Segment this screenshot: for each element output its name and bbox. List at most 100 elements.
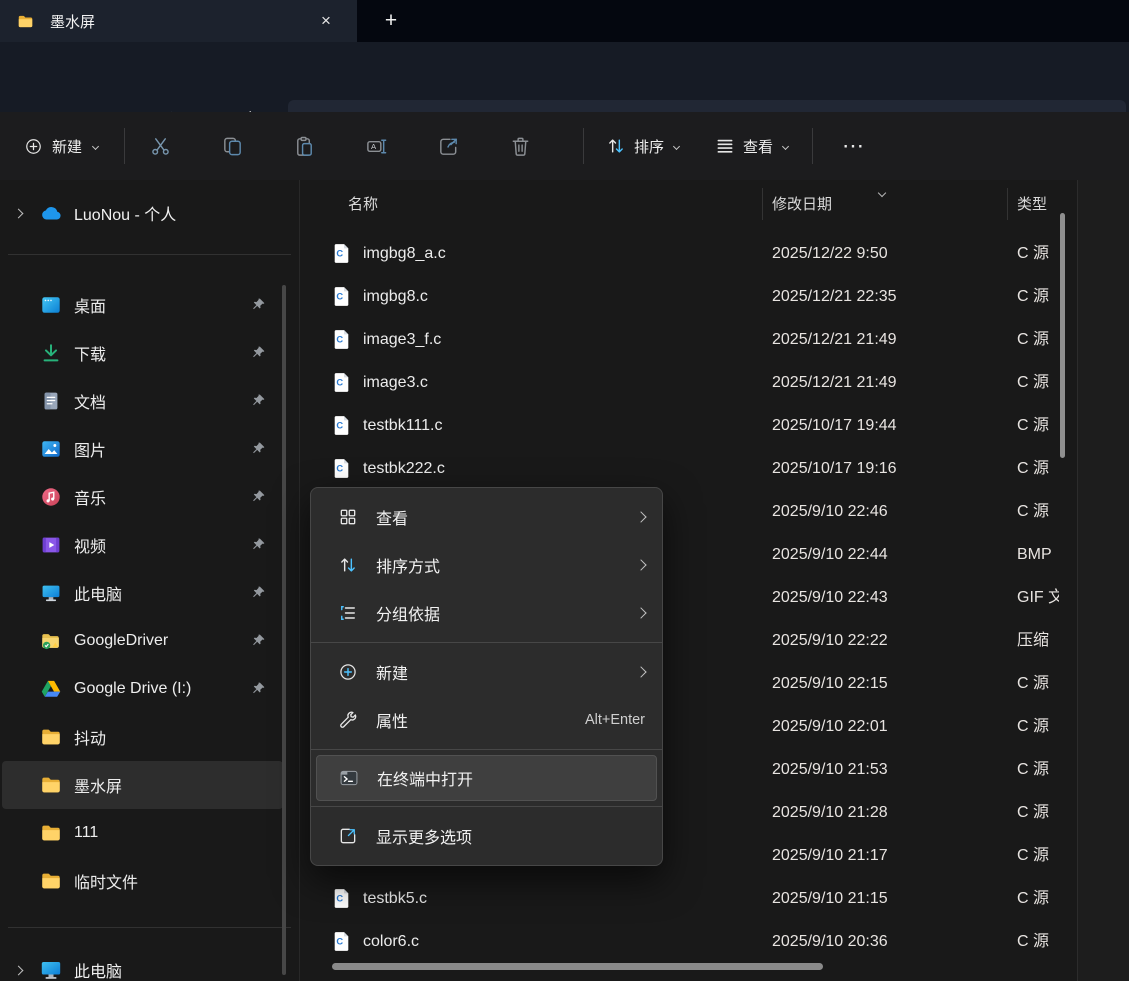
sidebar-item-pictures[interactable]: 图片: [0, 425, 283, 473]
onedrive-label: LuoNou - 个人: [74, 201, 176, 225]
file-row[interactable]: Cimage3.c2025/12/21 21:49C 源: [301, 361, 1077, 404]
file-row[interactable]: Ctestbk5.c2025/9/10 21:15C 源: [301, 877, 1077, 920]
c-file-icon: C: [333, 415, 350, 436]
sidebar-item-label: 111: [74, 824, 98, 842]
this-pc-icon: [39, 958, 63, 981]
navigation-bar: 桌面Projects墨水屏: [0, 42, 1129, 112]
rename-button[interactable]: A: [353, 123, 399, 169]
file-name-cell: Cimage3_f.c: [333, 318, 441, 361]
sidebar-item-label: Google Drive (I:): [74, 680, 191, 698]
file-date: 2025/9/10 21:28: [772, 791, 888, 834]
sort-button[interactable]: 排序: [596, 127, 689, 166]
file-name: testbk5.c: [363, 890, 427, 908]
file-type: C 源: [1017, 705, 1059, 748]
file-type: C 源: [1017, 447, 1059, 490]
sidebar-item-label: 视频: [74, 533, 106, 557]
menu-item-properties[interactable]: 属性Alt+Enter: [311, 696, 662, 744]
pin-icon[interactable]: [251, 297, 266, 312]
cut-button[interactable]: [137, 123, 183, 169]
sidebar-item-google-drive[interactable]: Google Drive (I:): [0, 665, 283, 713]
terminal-icon: [339, 768, 359, 788]
file-type: C 源: [1017, 834, 1059, 877]
sort-indicator-icon: [879, 183, 887, 191]
file-row[interactable]: Ctestbk111.c2025/10/17 19:44C 源: [301, 404, 1077, 447]
close-tab-button[interactable]: ×: [311, 7, 341, 35]
copy-button[interactable]: [209, 123, 255, 169]
menu-item-open-in-terminal[interactable]: 在终端中打开: [316, 755, 657, 801]
sidebar-item-ink-screen[interactable]: 墨水屏: [2, 761, 283, 809]
see-more-button[interactable]: ⋯: [833, 126, 873, 166]
file-type: C 源: [1017, 490, 1059, 533]
pin-icon[interactable]: [251, 633, 266, 648]
column-header-date[interactable]: 修改日期: [772, 193, 832, 214]
sidebar-item-111[interactable]: 111: [0, 809, 283, 857]
explorer-tab[interactable]: 墨水屏 ×: [0, 0, 357, 42]
pin-icon[interactable]: [251, 441, 266, 456]
view-button[interactable]: 查看: [705, 127, 798, 166]
sidebar-item-douyin[interactable]: 抖动: [0, 713, 283, 761]
sidebar-item-this-pc-tree[interactable]: 此电脑: [0, 946, 299, 981]
file-name: color6.c: [363, 933, 419, 951]
paste-button[interactable]: [281, 123, 327, 169]
sidebar-item-downloads[interactable]: 下载: [0, 329, 283, 377]
folder-icon: [40, 870, 62, 892]
column-separator[interactable]: [1007, 188, 1008, 220]
file-name: testbk111.c: [363, 417, 442, 435]
folder-icon: [40, 822, 62, 844]
svg-text:C: C: [336, 936, 343, 946]
horizontal-scrollbar[interactable]: [332, 963, 823, 970]
file-type: C 源: [1017, 404, 1059, 447]
file-date: 2025/12/21 22:35: [772, 275, 897, 318]
titlebar: 墨水屏 × +: [0, 0, 1129, 42]
file-row[interactable]: Cimgbg8.c2025/12/21 22:35C 源: [301, 275, 1077, 318]
file-type: GIF 文: [1017, 576, 1059, 619]
column-header-type[interactable]: 类型: [1017, 193, 1047, 214]
chevron-right-icon: [635, 559, 646, 570]
file-row[interactable]: Ccolor6.c2025/9/10 20:36C 源: [301, 920, 1077, 963]
share-button[interactable]: [425, 123, 471, 169]
pin-icon[interactable]: [251, 681, 266, 696]
sidebar-scrollbar[interactable]: [282, 285, 286, 975]
sidebar-item-documents[interactable]: 文档: [0, 377, 283, 425]
sidebar-item-this-pc[interactable]: 此电脑: [0, 569, 283, 617]
file-type: C 源: [1017, 232, 1059, 275]
menu-item-new[interactable]: 新建: [311, 648, 662, 696]
sidebar-item-google-driver[interactable]: GoogleDriver: [0, 617, 283, 665]
file-row[interactable]: Cimage3_f.c2025/12/21 21:49C 源: [301, 318, 1077, 361]
menu-item-show-more-options[interactable]: 显示更多选项: [311, 812, 662, 860]
file-row[interactable]: Cimgbg8_a.c2025/12/22 9:50C 源: [301, 232, 1077, 275]
vertical-scrollbar[interactable]: [1060, 213, 1065, 458]
file-row[interactable]: Ctestbk222.c2025/10/17 19:16C 源: [301, 447, 1077, 490]
menu-item-group-by[interactable]: 分组依据: [311, 589, 662, 637]
file-type: C 源: [1017, 791, 1059, 834]
pin-icon[interactable]: [251, 585, 266, 600]
column-separator[interactable]: [762, 188, 763, 220]
delete-button[interactable]: [497, 123, 543, 169]
file-type: BMP: [1017, 533, 1059, 576]
sidebar-item-desktop[interactable]: 桌面: [0, 281, 283, 329]
menu-divider: [311, 749, 662, 750]
new-tab-button[interactable]: +: [376, 7, 406, 35]
sidebar-item-videos[interactable]: 视频: [0, 521, 283, 569]
chevron-right-icon[interactable]: [10, 967, 26, 974]
pin-icon[interactable]: [251, 345, 266, 360]
file-date: 2025/9/10 21:15: [772, 877, 888, 920]
menu-item-label: 显示更多选项: [376, 824, 472, 848]
menu-item-sort-by[interactable]: 排序方式: [311, 541, 662, 589]
sidebar-item-label: 墨水屏: [74, 773, 122, 797]
c-file-icon: C: [333, 372, 350, 393]
chevron-down-icon: [92, 142, 99, 149]
folder-icon: [16, 13, 35, 30]
pin-icon[interactable]: [251, 489, 266, 504]
chevron-right-icon[interactable]: [10, 210, 26, 217]
new-button[interactable]: 新建: [14, 128, 108, 165]
pin-icon[interactable]: [251, 393, 266, 408]
sidebar-item-label: 桌面: [74, 293, 106, 317]
column-header-name[interactable]: 名称: [348, 193, 378, 214]
pin-icon[interactable]: [251, 537, 266, 552]
sidebar-item-music[interactable]: 音乐: [0, 473, 283, 521]
sidebar-item-onedrive[interactable]: LuoNou - 个人: [0, 188, 299, 238]
menu-item-view[interactable]: 查看: [311, 493, 662, 541]
google-drive-icon: [40, 678, 62, 700]
sidebar-item-temp-files[interactable]: 临时文件: [0, 857, 283, 905]
